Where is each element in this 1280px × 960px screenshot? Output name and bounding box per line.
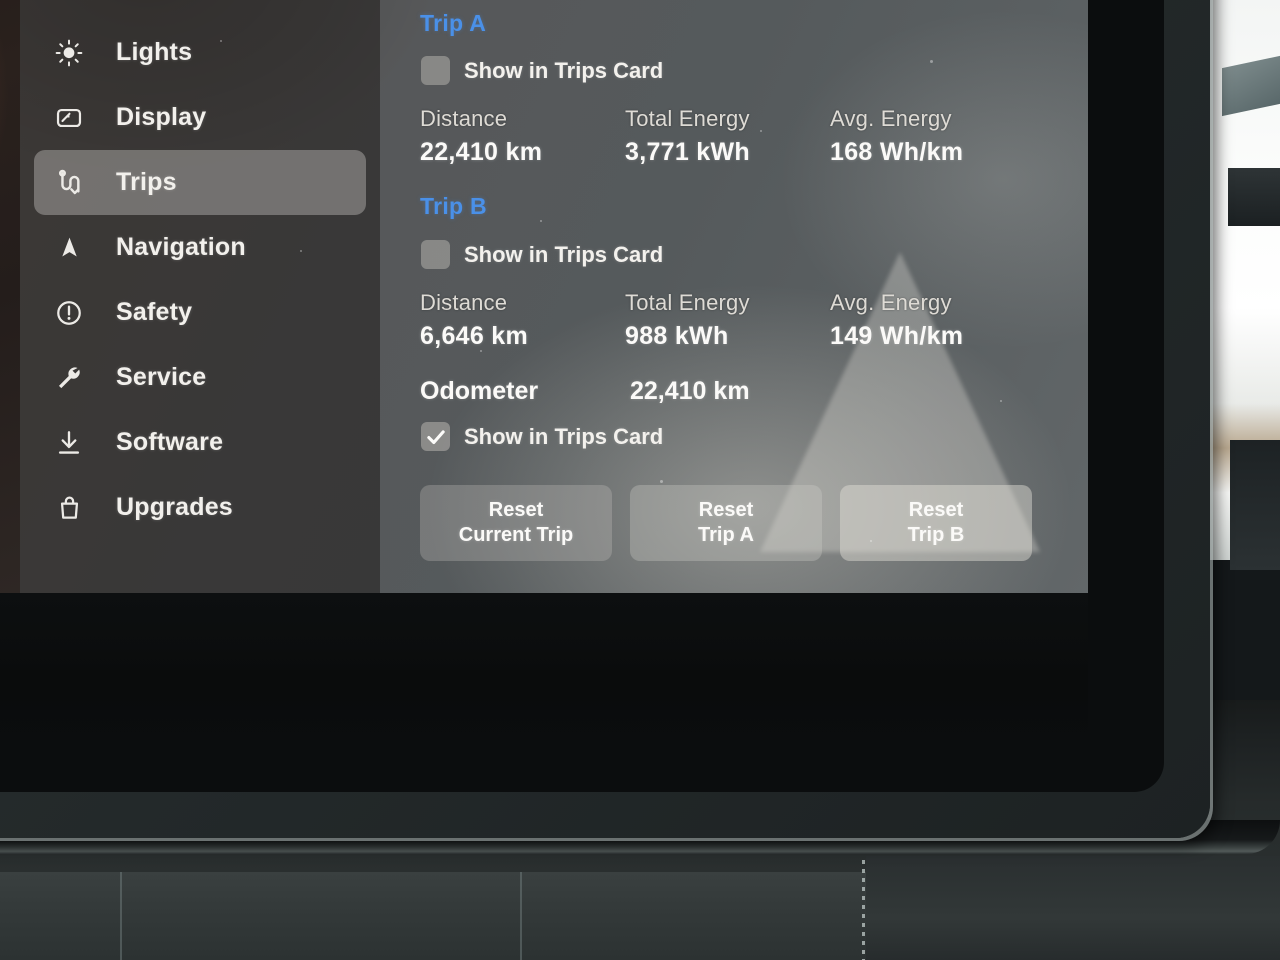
- sidebar-item-label: Locks: [116, 0, 189, 2]
- sidebar-item-label: Service: [116, 363, 207, 391]
- reset-trip-a-button[interactable]: Reset Trip A: [630, 485, 822, 561]
- sidebar-item-software[interactable]: Software: [34, 410, 366, 475]
- wrench-icon: [52, 361, 86, 395]
- metric-label: Total Energy: [625, 106, 750, 131]
- sidebar-item-trips[interactable]: Trips: [34, 150, 366, 215]
- checkbox-label: Show in Trips Card: [464, 57, 664, 83]
- center-console: [866, 856, 1280, 960]
- checkbox-label: Show in Trips Card: [464, 423, 664, 449]
- odometer-row: Odometer 22,410 km: [420, 377, 750, 406]
- reset-button-line1: Reset: [698, 499, 754, 521]
- app-taskbar: ‹ ›: [0, 593, 1088, 752]
- odometer-label: Odometer: [420, 377, 539, 405]
- reset-button-line2: Trip B: [907, 524, 965, 546]
- sidebar-item-label: Safety: [116, 298, 193, 326]
- metric-total-energy: Total Energy 988 kWh: [625, 290, 830, 351]
- sidebar-item-safety[interactable]: Safety: [34, 280, 366, 345]
- metric-avg-energy: Avg. Energy 149 Wh/km: [830, 290, 1035, 351]
- sidebar-item-label: Software: [116, 428, 224, 456]
- lock-icon: [52, 0, 86, 5]
- metric-total-energy: Total Energy 3,771 kWh: [625, 106, 830, 167]
- metric-value: 988 kWh: [625, 322, 729, 350]
- sidebar-item-lights[interactable]: Lights: [34, 20, 366, 85]
- settings-sidebar[interactable]: Autopilot Locks: [20, 0, 380, 593]
- sidebar-item-label: Upgrades: [116, 493, 233, 521]
- sidebar-item-upgrades[interactable]: Upgrades: [34, 475, 366, 540]
- sidebar-item-navigation[interactable]: Navigation: [34, 215, 366, 280]
- screen-left-strip: [0, 0, 20, 593]
- trips-icon: [52, 166, 86, 200]
- sidebar-item-label: Trips: [116, 168, 177, 196]
- metric-value: 6,646 km: [420, 322, 529, 350]
- trip-b-metrics: Distance 6,646 km Total Energy 988 kWh A…: [420, 290, 1100, 351]
- sidebar-item-display[interactable]: Display: [34, 85, 366, 150]
- metric-label: Avg. Energy: [830, 106, 952, 131]
- download-icon: [52, 426, 86, 460]
- screen-glass: Autopilot Locks: [0, 0, 1164, 792]
- trip-a-show-in-trips-card[interactable]: Show in Trips Card: [421, 56, 663, 85]
- metric-distance: Distance 22,410 km: [420, 106, 625, 167]
- shopping-bag-icon: [52, 491, 86, 525]
- reset-trip-b-button[interactable]: Reset Trip B: [840, 485, 1032, 561]
- navigation-arrow-icon: [52, 231, 86, 265]
- metric-label: Avg. Energy: [830, 290, 952, 315]
- odometer-value: 22,410 km: [630, 377, 750, 405]
- checkbox-unchecked[interactable]: [421, 240, 450, 269]
- screen-bezel: Autopilot Locks: [0, 0, 1210, 838]
- sidebar-item-label: Lights: [116, 38, 193, 66]
- window-frame-bar-mid: [1228, 168, 1280, 226]
- window-frame-bar-low: [1230, 440, 1280, 570]
- metric-value: 3,771 kWh: [625, 138, 750, 166]
- sidebar-item-service[interactable]: Service: [34, 345, 366, 410]
- metric-label: Distance: [420, 290, 508, 315]
- lights-icon: [52, 36, 86, 70]
- reset-button-line2: Trip A: [698, 524, 754, 546]
- screenshot-root: Autopilot Locks: [0, 0, 1280, 960]
- console-stitching: [862, 860, 865, 960]
- sidebar-item-locks[interactable]: Locks: [34, 0, 366, 20]
- odometer-show-in-trips-card[interactable]: Show in Trips Card: [421, 422, 663, 451]
- sidebar-item-label: Display: [116, 103, 207, 131]
- reset-button-line1: Reset: [488, 499, 544, 521]
- exclamation-circle-icon: [52, 296, 86, 330]
- reset-button-line2: Current Trip: [458, 524, 574, 546]
- reset-current-trip-button[interactable]: Reset Current Trip: [420, 485, 612, 561]
- metric-label: Distance: [420, 106, 508, 131]
- trip-b-heading: Trip B: [420, 193, 487, 219]
- metric-value: 22,410 km: [420, 138, 543, 166]
- checkbox-unchecked[interactable]: [421, 56, 450, 85]
- metric-value: 149 Wh/km: [830, 322, 964, 350]
- seat-seam: [520, 872, 522, 960]
- seat-seam: [120, 872, 122, 960]
- trips-content: Distance 0 km Total Energy 0 kWh Avg. En…: [380, 0, 1088, 593]
- car-seat-surface: [0, 872, 880, 960]
- display-icon: [52, 101, 86, 135]
- metric-value: 168 Wh/km: [830, 138, 964, 166]
- reset-button-line1: Reset: [908, 499, 964, 521]
- trip-b-show-in-trips-card[interactable]: Show in Trips Card: [421, 240, 663, 269]
- metric-avg-energy: Avg. Energy 168 Wh/km: [830, 106, 1035, 167]
- trip-a-heading: Trip A: [420, 10, 487, 36]
- metric-distance: Distance 6,646 km: [420, 290, 625, 351]
- checkbox-checked[interactable]: [421, 422, 450, 451]
- checkbox-label: Show in Trips Card: [464, 241, 664, 267]
- reset-buttons-row: Reset Current Trip Reset Trip A Reset Tr…: [420, 485, 1032, 561]
- sidebar-item-label: Navigation: [116, 233, 246, 261]
- metric-label: Total Energy: [625, 290, 750, 315]
- trip-a-metrics: Distance 22,410 km Total Energy 3,771 kW…: [420, 106, 1100, 167]
